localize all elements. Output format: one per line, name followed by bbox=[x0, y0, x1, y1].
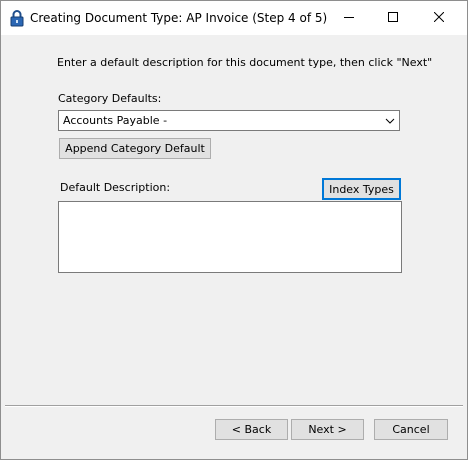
append-category-default-button[interactable]: Append Category Default bbox=[59, 138, 211, 159]
dialog-window: Creating Document Type: AP Invoice (Step… bbox=[0, 0, 468, 460]
title-bar: Creating Document Type: AP Invoice (Step… bbox=[1, 1, 467, 35]
padlock-icon bbox=[10, 10, 24, 27]
category-defaults-dropdown[interactable]: Accounts Payable - bbox=[58, 110, 400, 131]
index-types-button[interactable]: Index Types bbox=[322, 178, 401, 200]
cancel-button[interactable]: Cancel bbox=[374, 419, 448, 440]
maximize-button[interactable] bbox=[370, 1, 416, 35]
category-defaults-value: Accounts Payable - bbox=[63, 114, 168, 127]
close-button[interactable] bbox=[416, 1, 462, 35]
minimize-icon bbox=[344, 12, 354, 25]
close-icon bbox=[433, 11, 445, 25]
footer-divider bbox=[5, 405, 463, 407]
chevron-down-icon bbox=[385, 116, 395, 126]
default-description-field[interactable] bbox=[58, 201, 402, 273]
minimize-button[interactable] bbox=[326, 1, 372, 35]
window-title: Creating Document Type: AP Invoice (Step… bbox=[30, 11, 328, 25]
back-button[interactable]: < Back bbox=[215, 419, 288, 440]
maximize-icon bbox=[388, 11, 398, 25]
default-description-label: Default Description: bbox=[60, 181, 171, 194]
instruction-text: Enter a default description for this doc… bbox=[57, 56, 433, 69]
next-button[interactable]: Next > bbox=[291, 419, 364, 440]
category-defaults-label: Category Defaults: bbox=[58, 92, 162, 105]
